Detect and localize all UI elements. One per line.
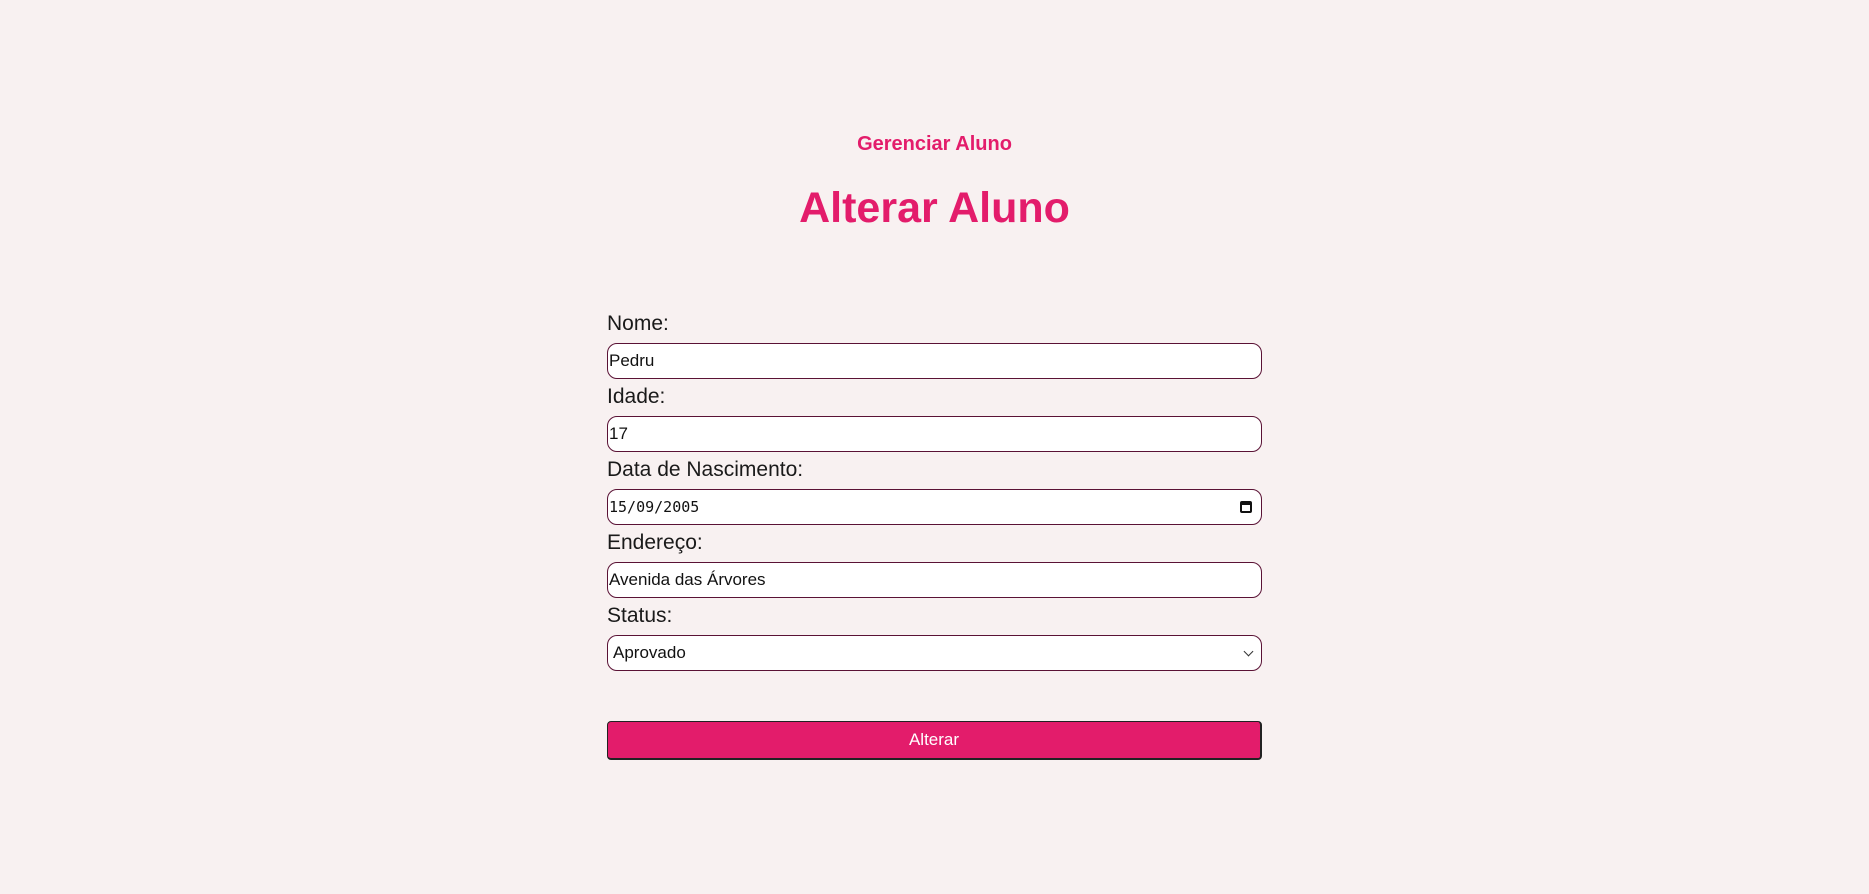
edit-student-form: Nome: Pedru Idade: 17 Data de Nascimento…: [607, 310, 1262, 675]
age-label: Idade:: [607, 385, 666, 408]
name-input-value: Pedru: [609, 351, 655, 370]
birth-date-input[interactable]: 15/09/2005: [607, 489, 1262, 525]
calendar-icon[interactable]: [1240, 501, 1252, 513]
name-input[interactable]: Pedru: [607, 343, 1262, 379]
manage-student-link[interactable]: Gerenciar Aluno: [0, 133, 1869, 156]
age-input[interactable]: 17: [607, 416, 1262, 452]
address-input[interactable]: Avenida das Árvores: [607, 562, 1262, 598]
submit-button[interactable]: Alterar: [607, 721, 1262, 760]
status-selected-value: Aprovado: [613, 643, 686, 662]
age-input-value: 17: [609, 424, 628, 443]
page: Gerenciar Aluno Alterar Aluno Nome: Pedr…: [0, 0, 1869, 894]
status-label: Status:: [607, 604, 673, 627]
status-select[interactable]: Aprovado: [607, 635, 1262, 671]
address-input-value: Avenida das Árvores: [609, 570, 766, 589]
chevron-down-icon: [1243, 646, 1254, 656]
address-label: Endereço:: [607, 531, 703, 554]
birth-date-label: Data de Nascimento:: [607, 458, 804, 481]
birth-date-value: 15/09/2005: [609, 498, 700, 516]
name-label: Nome:: [607, 312, 669, 335]
page-title: Alterar Aluno: [799, 184, 1070, 232]
